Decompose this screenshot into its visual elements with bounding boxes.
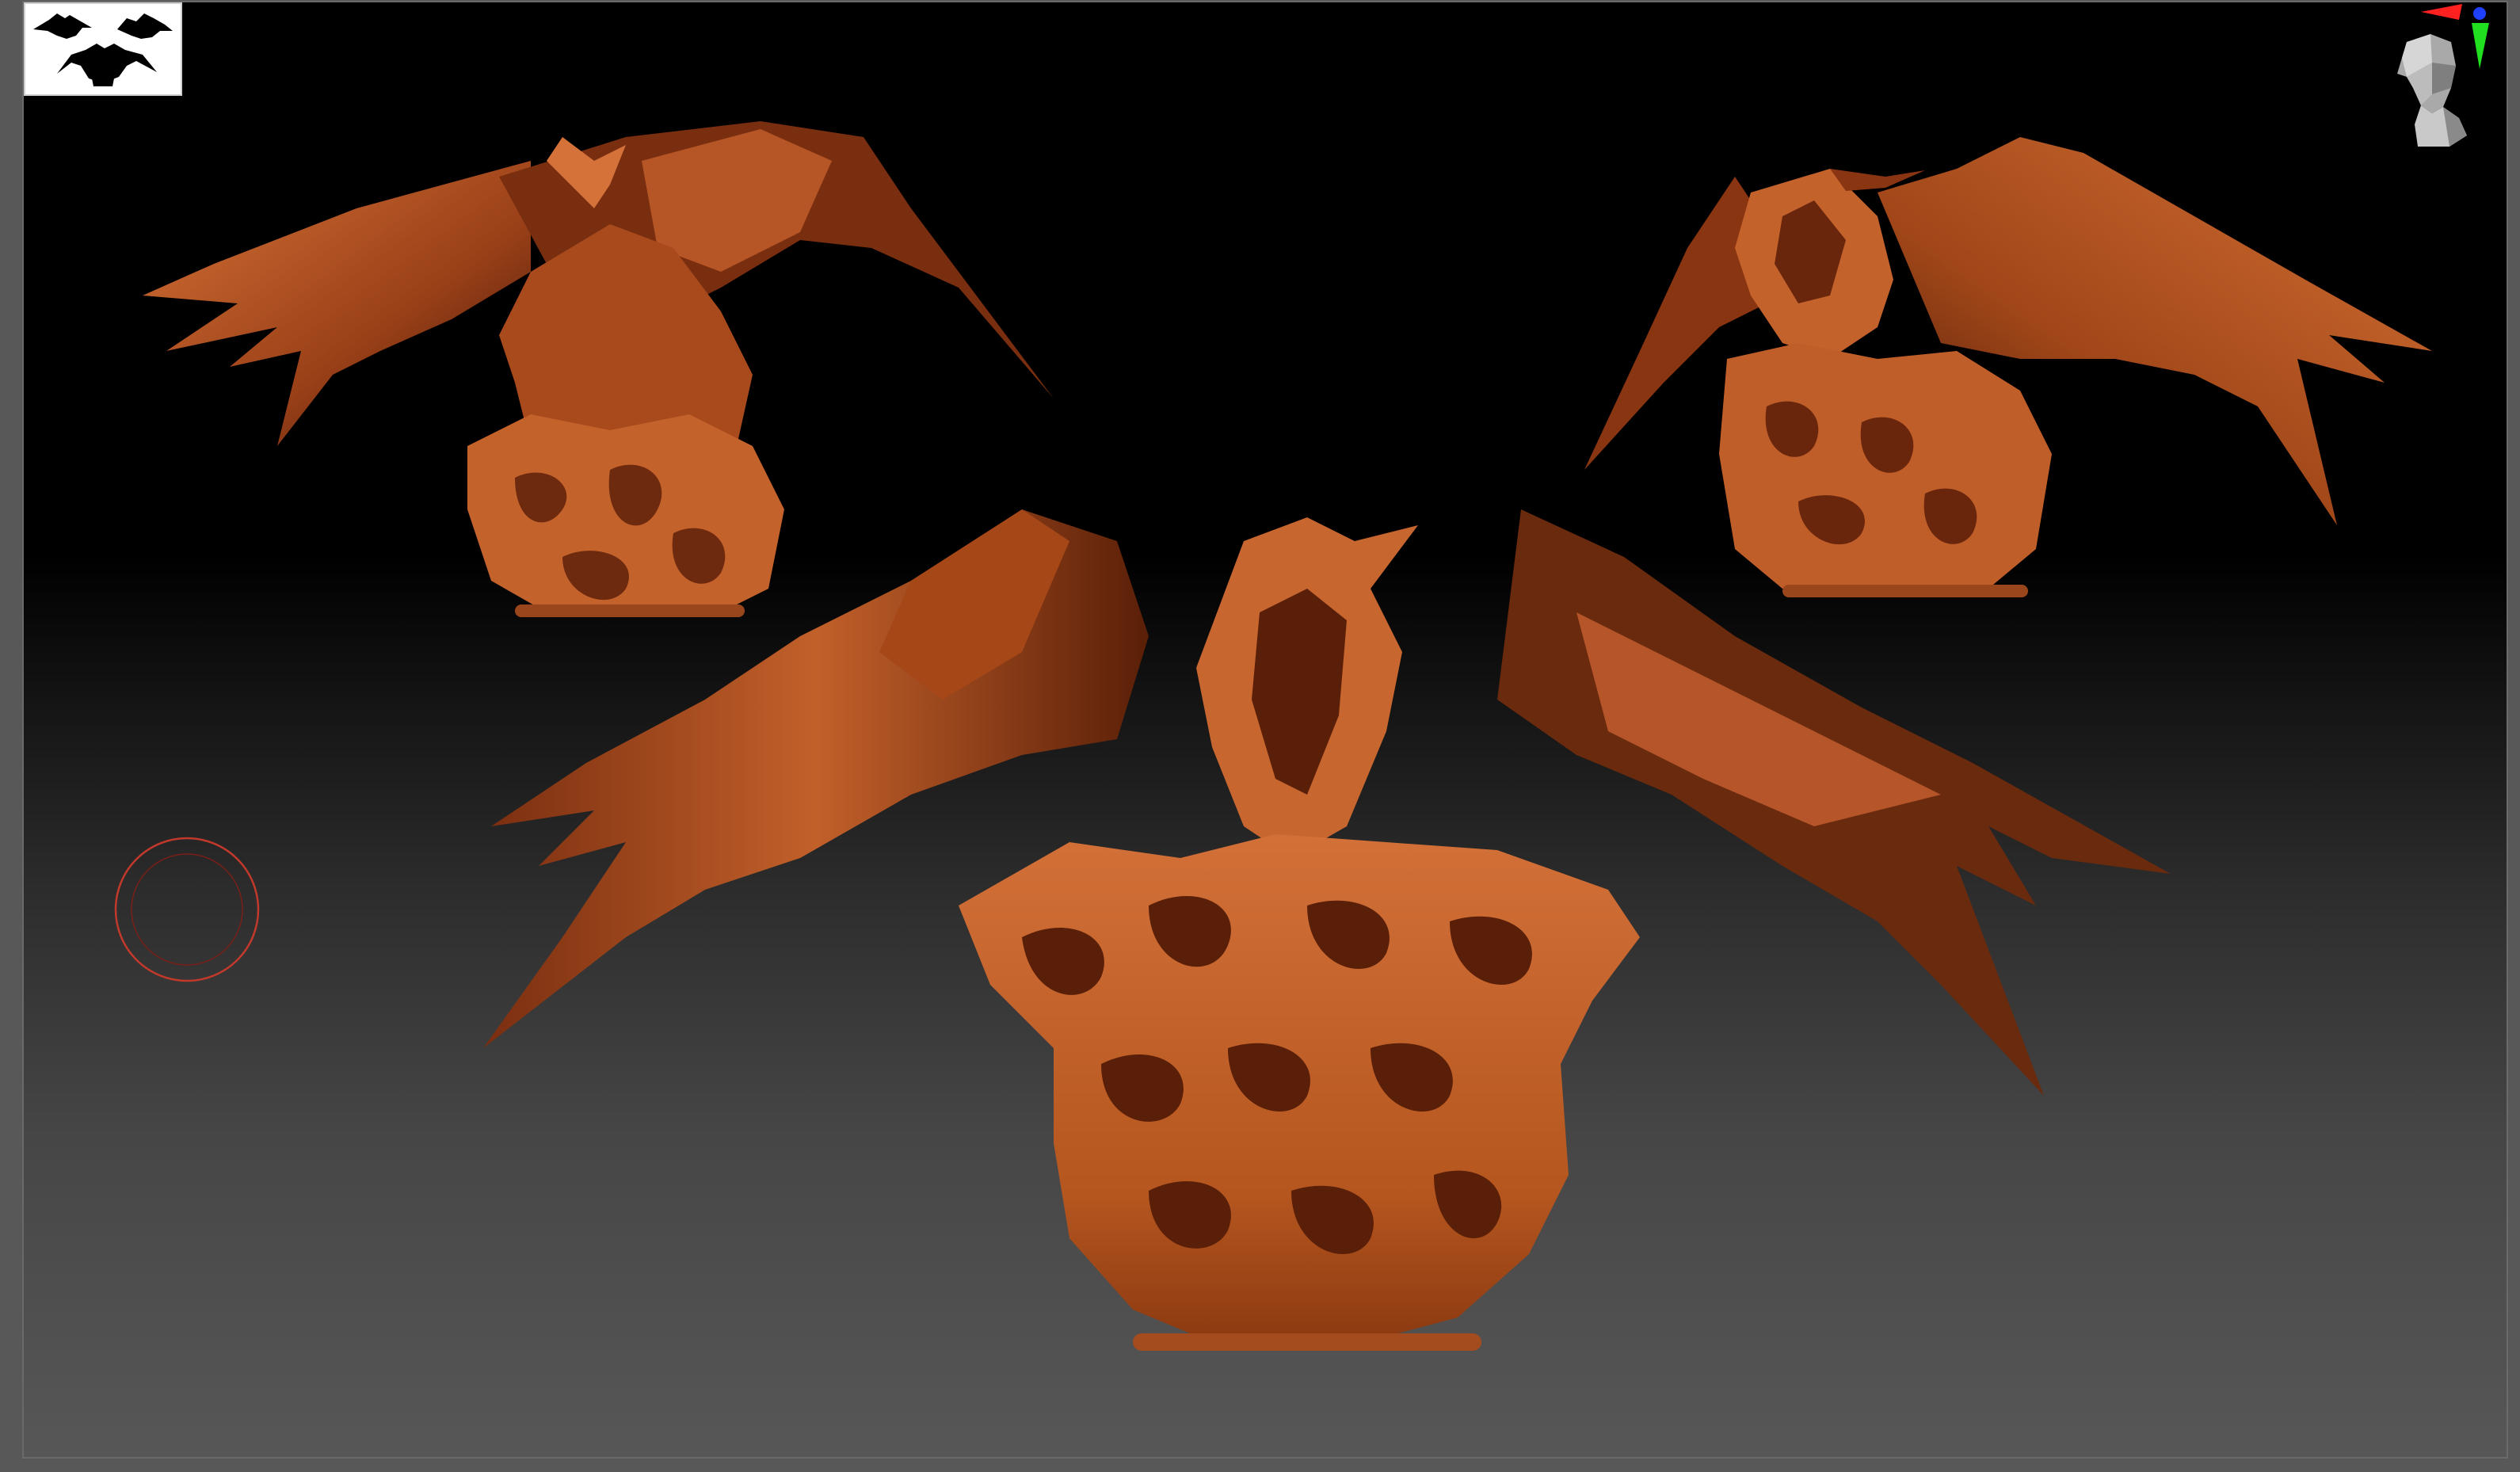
brush-cursor-icon	[114, 837, 260, 982]
silhouette-thumbnail[interactable]	[24, 2, 182, 96]
brush-cursor	[114, 837, 260, 982]
winged-creature-sculpt-icon	[483, 509, 2171, 1351]
sculpt-model-front-view[interactable]	[467, 494, 2202, 1353]
application-window	[0, 0, 2520, 1472]
3d-viewport-canvas[interactable]	[22, 1, 2508, 1459]
silhouette-icon	[25, 4, 181, 94]
